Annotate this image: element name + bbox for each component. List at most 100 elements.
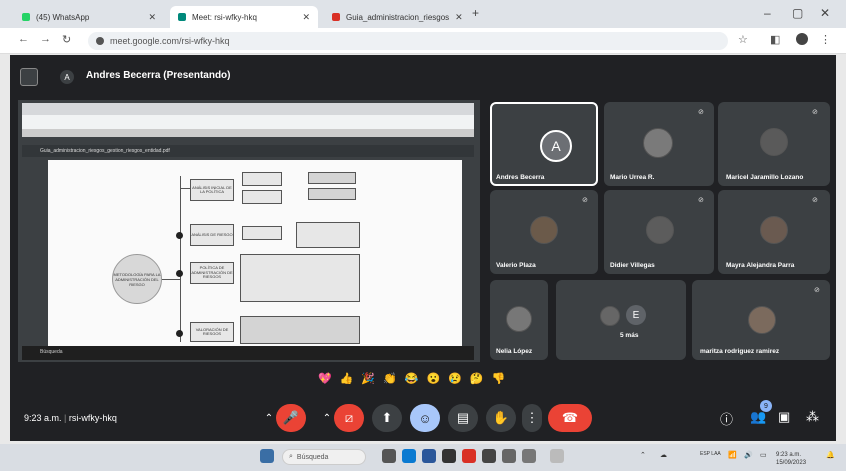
more-participants-label: 5 más: [620, 332, 639, 339]
captions-button[interactable]: ▤: [448, 404, 478, 432]
widgets-icon[interactable]: [382, 449, 396, 463]
participant-video: [646, 216, 674, 244]
store-icon[interactable]: [482, 449, 496, 463]
wifi-icon[interactable]: 📶: [728, 451, 737, 459]
browser-menu-icon[interactable]: ⋮: [820, 33, 831, 46]
notifications-icon[interactable]: 🔔: [826, 451, 835, 459]
taskbar-search[interactable]: ⌕ Búsqueda: [282, 449, 366, 465]
tab-label: (45) WhatsApp: [36, 12, 90, 22]
participant-name: Didier Villegas: [610, 262, 655, 269]
url-text: meet.google.com/rsi-wfky-hkq: [110, 36, 230, 46]
battery-icon[interactable]: ▭: [760, 451, 767, 459]
reaction-thumbs-up[interactable]: 👍: [340, 372, 354, 388]
whatsapp-icon: [22, 13, 30, 21]
participant-video: [760, 216, 788, 244]
participant-avatar: E: [626, 305, 646, 325]
shared-bookmarks-bar: [22, 129, 474, 137]
back-icon[interactable]: ←: [18, 33, 29, 45]
bookmark-star-icon[interactable]: ☆: [738, 33, 748, 46]
chrome-icon[interactable]: [462, 449, 476, 463]
teams-icon[interactable]: [522, 449, 536, 463]
tab-whatsapp[interactable]: (45) WhatsApp ✕: [14, 6, 164, 28]
mindmap-dot: [176, 232, 183, 239]
close-icon[interactable]: ✕: [302, 12, 310, 23]
meet-icon: [178, 13, 186, 21]
mindmap-connector: [180, 188, 190, 189]
word-icon[interactable]: [422, 449, 436, 463]
edge-icon[interactable]: [402, 449, 416, 463]
participant-name: maritza rodriguez ramirez: [700, 348, 780, 355]
more-participants-tile[interactable]: [556, 280, 686, 360]
reaction-sad[interactable]: 😢: [448, 372, 462, 388]
chat-icon[interactable]: ▣: [778, 409, 790, 425]
reaction-party[interactable]: 🎉: [361, 372, 375, 388]
mic-toggle-button[interactable]: 🎤: [276, 404, 306, 432]
leave-call-button[interactable]: ☎: [548, 404, 592, 432]
mindmap-node: [240, 316, 360, 344]
hang-up-icon: ☎: [561, 410, 579, 425]
profile-avatar[interactable]: [796, 33, 808, 45]
language-indicator[interactable]: ESP LAA: [700, 451, 721, 457]
mindmap-node: [296, 222, 360, 248]
hand-icon: ✋: [492, 410, 510, 425]
maximize-icon[interactable]: ▢: [792, 6, 803, 20]
mic-off-icon: ⊘: [582, 197, 588, 204]
tray-chevron-icon[interactable]: ⌃: [640, 451, 646, 459]
raise-hand-button[interactable]: ✋: [486, 404, 516, 432]
reaction-heart[interactable]: 💖: [318, 372, 332, 388]
tab-guia[interactable]: Guia_administracion_riesgos ✕: [324, 6, 466, 28]
reaction-clap[interactable]: 👏: [383, 372, 397, 388]
present-screen-button[interactable]: ⬆: [372, 404, 402, 432]
close-icon[interactable]: ✕: [148, 12, 156, 23]
shared-browser-url: [22, 115, 474, 129]
reload-icon[interactable]: ↻: [62, 33, 71, 46]
emoji-reactions-button[interactable]: ☺: [410, 404, 440, 432]
window-close-icon[interactable]: ✕: [820, 6, 830, 20]
search-icon: ⌕: [289, 453, 293, 460]
taskbar-clock[interactable]: 9:23 a.m. 15/09/2023: [776, 451, 806, 467]
site-info-icon[interactable]: [96, 37, 104, 45]
minimize-icon[interactable]: –: [764, 6, 771, 20]
file-explorer-icon[interactable]: [442, 449, 456, 463]
shared-browser-tabs: [22, 103, 474, 115]
onedrive-icon[interactable]: ☁: [660, 451, 667, 459]
more-vert-icon: ⋮: [525, 410, 539, 425]
pdf-title: Guia_administracion_riesgos_gestion_ries…: [40, 148, 170, 154]
volume-icon[interactable]: 🔊: [744, 451, 753, 459]
participant-video: [643, 128, 673, 158]
meet-logo: [20, 68, 38, 86]
close-icon[interactable]: ✕: [455, 12, 463, 23]
mindmap-dot: [176, 270, 183, 277]
address-bar[interactable]: meet.google.com/rsi-wfky-hkq: [88, 32, 728, 50]
new-tab-icon[interactable]: +: [472, 6, 479, 20]
meeting-info: 9:23 a.m. | rsi-wfky-hkq: [24, 413, 117, 423]
reaction-thinking[interactable]: 🤔: [470, 372, 484, 388]
mindmap-node: ANÁLISIS INICIAL DE LA POLÍTICA: [190, 179, 234, 201]
mindmap-center-node: METODOLOGÍA PARA LA ADMINISTRACIÓN DEL R…: [112, 254, 162, 304]
participant-name: Mayra Alejandra Parra: [726, 262, 795, 269]
forward-icon[interactable]: →: [40, 33, 51, 45]
reaction-thumbs-down[interactable]: 👎: [492, 372, 506, 388]
mindmap-connector: [162, 279, 180, 280]
extensions-icon[interactable]: ◧: [770, 33, 780, 46]
activities-icon[interactable]: ⁂: [806, 409, 819, 425]
participant-avatar: [600, 306, 620, 326]
more-options-button[interactable]: ⋮: [522, 404, 542, 432]
participant-name: Valerio Plaza: [496, 262, 536, 269]
presenter-avatar: A: [60, 70, 74, 84]
mail-icon[interactable]: [502, 449, 516, 463]
camera-toggle-button[interactable]: ⧄: [334, 404, 364, 432]
reaction-laugh[interactable]: 😂: [405, 372, 419, 388]
meeting-details-icon[interactable]: ⓘ: [720, 409, 733, 428]
chrome-active-icon[interactable]: [550, 449, 564, 463]
mindmap-connector: [180, 176, 181, 342]
tab-meet[interactable]: Meet: rsi-wfky-hkq ✕: [170, 6, 318, 28]
participant-video: [760, 128, 788, 156]
mic-off-icon: ⊘: [814, 287, 820, 294]
reaction-surprised[interactable]: 😮: [427, 372, 441, 388]
mindmap-node: [308, 172, 356, 184]
participant-count-badge: 9: [760, 400, 772, 412]
shared-taskbar-search: Búsqueda: [40, 349, 63, 355]
participant-video: [748, 306, 776, 334]
windows-start-icon[interactable]: [260, 449, 274, 463]
